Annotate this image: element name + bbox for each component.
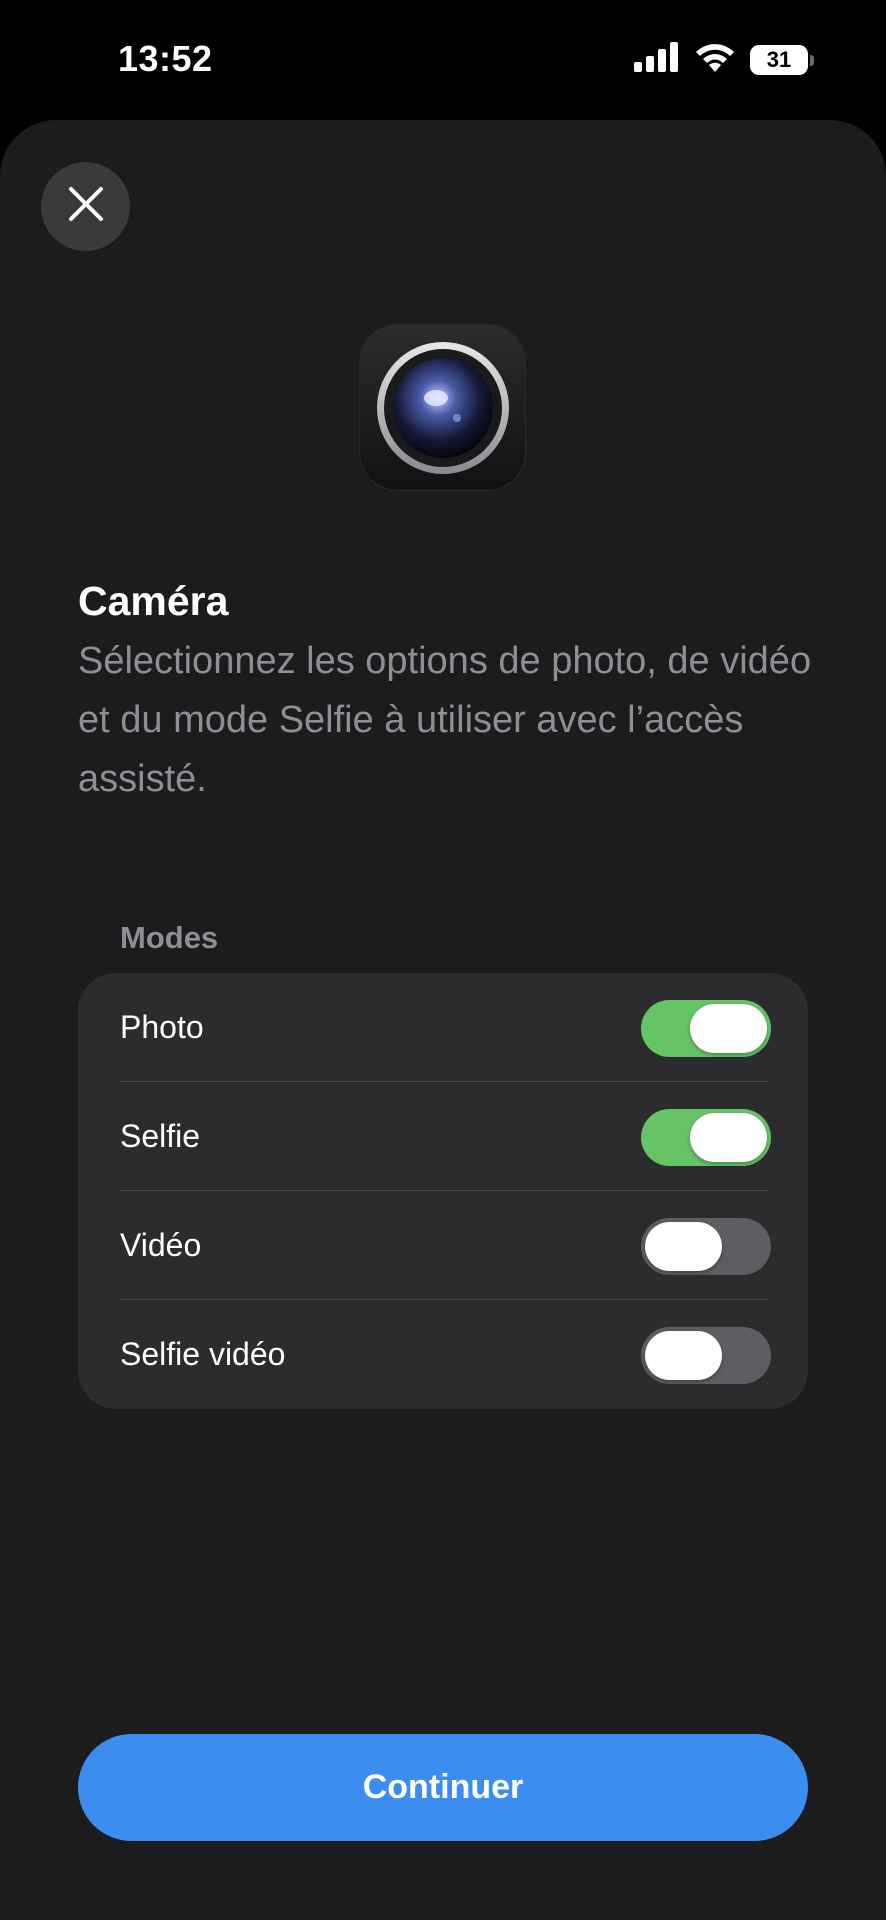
- selfie-video-toggle[interactable]: [641, 1327, 771, 1384]
- status-time: 13:52: [118, 38, 213, 79]
- selfie-toggle[interactable]: [641, 1109, 771, 1166]
- mode-label: Selfie: [120, 1118, 201, 1154]
- modes-list: Photo Selfie Vidéo Selfie vidéo: [78, 973, 808, 1409]
- mode-row-video: Vidéo: [78, 1191, 808, 1300]
- toggle-knob: [645, 1222, 722, 1271]
- mode-row-photo: Photo: [78, 973, 808, 1082]
- status-icons: 31: [634, 42, 814, 77]
- mode-label: Photo: [120, 1009, 204, 1045]
- battery-indicator: 31: [750, 44, 814, 75]
- wifi-icon: [694, 42, 736, 77]
- mode-row-selfie-video: Selfie vidéo: [78, 1300, 808, 1409]
- close-icon: [67, 185, 105, 228]
- page-title: Caméra: [78, 578, 229, 624]
- photo-toggle[interactable]: [641, 1000, 771, 1057]
- camera-setup-sheet: Caméra Sélectionnez les options de photo…: [0, 120, 886, 1920]
- mode-label: Vidéo: [120, 1227, 202, 1263]
- modes-section-header: Modes: [120, 920, 219, 955]
- cellular-signal-icon: [634, 42, 680, 77]
- battery-cap: [810, 54, 814, 66]
- battery-level: 31: [766, 46, 792, 72]
- close-button[interactable]: [41, 162, 130, 251]
- toggle-knob: [645, 1331, 722, 1380]
- mode-row-selfie: Selfie: [78, 1082, 808, 1191]
- video-toggle[interactable]: [641, 1218, 771, 1275]
- page-description: Sélectionnez les options de photo, de vi…: [78, 640, 812, 800]
- toggle-knob: [690, 1113, 767, 1162]
- mode-label: Selfie vidéo: [120, 1336, 286, 1372]
- toggle-knob: [690, 1004, 767, 1053]
- camera-app-icon: [360, 325, 525, 490]
- status-bar: 13:52 31: [0, 0, 886, 118]
- continue-button[interactable]: Continuer: [78, 1734, 808, 1841]
